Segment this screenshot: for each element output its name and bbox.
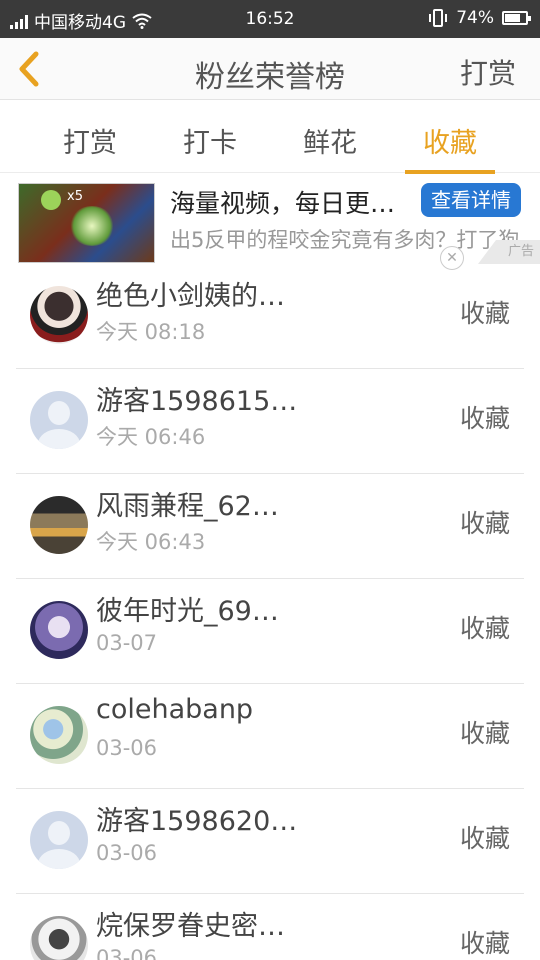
avatar[interactable] [30,391,88,449]
game-effect-image [69,206,115,246]
timestamp: 03-06 [96,841,158,865]
timestamp: 今天 06:46 [96,425,206,449]
list-item[interactable]: 游客1598615… 今天 06:46 收藏 [16,369,524,474]
favorite-label: 收藏 [459,614,510,643]
user-name: 风雨兼程_62… [96,491,279,522]
game-badge-icon [41,190,61,210]
timestamp: 03-07 [96,631,158,655]
ad-details-button[interactable]: 查看详情 [421,183,521,217]
avatar[interactable] [30,706,88,764]
favorite-label: 收藏 [459,929,510,958]
user-name: colehabanp [96,694,254,725]
favorite-label: 收藏 [459,404,510,433]
user-name: 烷保罗眷史密… [96,911,285,942]
avatar[interactable] [30,811,88,869]
user-name: 游客1598620… [96,806,298,837]
tab-checkin[interactable]: 打卡 [165,121,255,160]
vibrate-icon [429,9,448,27]
favorite-label: 收藏 [459,299,510,328]
user-name: 绝色小剑姨的… [96,281,285,312]
timestamp: 今天 06:43 [96,530,206,554]
tab-favorites-label: 收藏 [423,128,477,159]
ad-thumb-multiplier: x5 [67,189,83,204]
list-item[interactable]: 绝色小剑姨的… 今天 08:18 收藏 [16,264,524,369]
status-bar: 中国移动4G 16:52 74% [0,0,540,38]
favorite-label: 收藏 [459,509,510,538]
favorite-label: 收藏 [459,719,510,748]
ad-headline[interactable]: 海量视频，每日更… [170,184,420,220]
list-item[interactable]: colehabanp 03-06 收藏 [16,684,524,789]
timestamp: 今天 08:18 [96,320,206,344]
favorite-label: 收藏 [459,824,510,853]
reward-button[interactable]: 打赏 [460,52,516,92]
avatar[interactable] [30,286,88,344]
list-item[interactable]: 风雨兼程_62… 今天 06:43 收藏 [16,474,524,579]
tab-favorites[interactable]: 收藏 [405,121,495,174]
list-item[interactable]: 彼年时光_69… 03-07 收藏 [16,579,524,684]
tab-flowers[interactable]: 鲜花 [285,121,375,160]
favorites-list: 绝色小剑姨的… 今天 08:18 收藏 游客1598615… 今天 06:46 … [0,264,540,960]
ad-description: 出5反甲的程咬金究竟有多肉？打了狗子50棍，这坦度逆天 [170,228,520,252]
battery-icon [502,11,531,25]
battery-percent: 74% [456,8,494,28]
timestamp: 03-06 [96,736,158,760]
title-bar: 粉丝荣誉榜 打赏 [0,38,540,100]
user-name: 游客1598615… [96,386,298,417]
tab-bar: 打赏 打卡 鲜花 收藏 [0,101,540,174]
user-name: 彼年时光_69… [96,596,279,627]
list-item[interactable]: 烷保罗眷史密… 03-06 收藏 [16,894,524,960]
tab-reward[interactable]: 打赏 [45,121,135,160]
timestamp: 03-06 [96,946,158,960]
ad-thumbnail[interactable]: x5 [18,183,155,263]
list-item[interactable]: 游客1598620… 03-06 收藏 [16,789,524,894]
avatar[interactable] [30,601,88,659]
avatar[interactable] [30,916,88,960]
avatar[interactable] [30,496,88,554]
